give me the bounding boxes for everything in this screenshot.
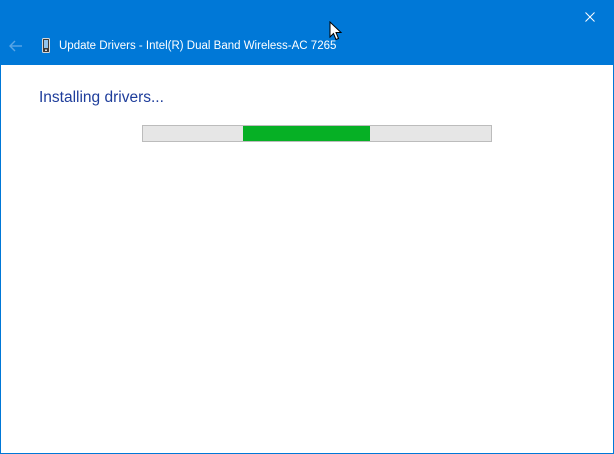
progress-bar — [142, 125, 492, 142]
mouse-pointer-icon — [329, 21, 343, 41]
back-arrow-icon — [9, 40, 22, 52]
back-button[interactable] — [5, 37, 27, 55]
status-heading: Installing drivers... — [39, 89, 164, 106]
device-icon — [42, 38, 50, 53]
title-bar: Update Drivers - Intel(R) Dual Band Wire… — [1, 1, 613, 65]
progress-bar-indicator — [243, 126, 370, 141]
window-title: Update Drivers - Intel(R) Dual Band Wire… — [59, 40, 337, 52]
close-button[interactable] — [567, 1, 613, 33]
update-drivers-window: Update Drivers - Intel(R) Dual Band Wire… — [0, 0, 614, 454]
close-icon — [585, 12, 595, 22]
